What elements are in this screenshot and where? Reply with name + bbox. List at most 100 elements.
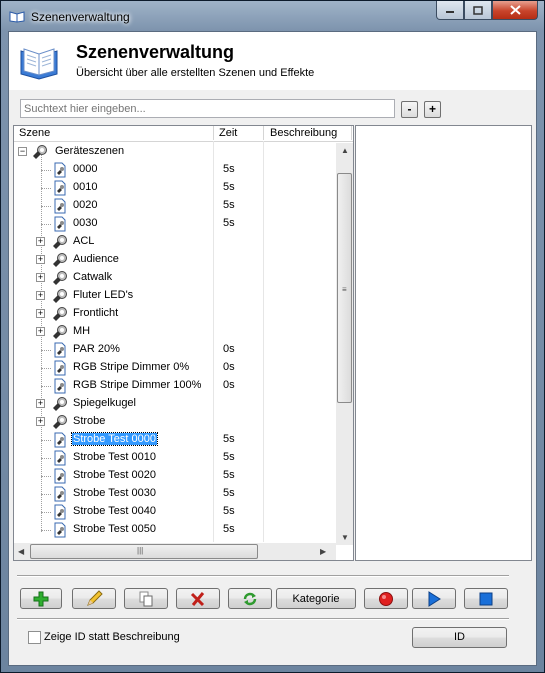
- expand-icon[interactable]: +: [36, 291, 45, 300]
- tree-row-time: 5s: [223, 217, 235, 229]
- show-id-checkbox[interactable]: [28, 631, 41, 644]
- expand-icon[interactable]: +: [36, 273, 45, 282]
- scene-group-icon: [52, 414, 68, 430]
- tree-folder-row[interactable]: + Catwalk: [14, 269, 337, 287]
- tree-folder-row[interactable]: + Fluter LED's: [14, 287, 337, 305]
- id-button[interactable]: ID: [412, 627, 507, 648]
- collapse-icon[interactable]: −: [18, 147, 27, 156]
- tree-folder-row[interactable]: + ACL: [14, 233, 337, 251]
- vertical-scroll-thumb[interactable]: ≡: [337, 173, 352, 403]
- scene-group-icon: [32, 144, 48, 160]
- book-icon: [20, 48, 58, 80]
- horizontal-scrollbar[interactable]: ◀ ||| ▶: [14, 543, 336, 560]
- tree-row-label: Strobe Test 0000: [71, 432, 158, 446]
- stop-button[interactable]: [464, 588, 508, 609]
- scroll-left-icon[interactable]: ◀: [18, 547, 24, 556]
- show-id-label: Zeige ID statt Beschreibung: [44, 631, 180, 643]
- title-bar[interactable]: Szenenverwaltung: [1, 1, 544, 31]
- plus-icon: [33, 591, 49, 606]
- scroll-down-icon[interactable]: ▼: [341, 533, 349, 542]
- tree-folder-row[interactable]: + Spiegelkugel: [14, 395, 337, 413]
- expand-icon[interactable]: +: [36, 327, 45, 336]
- maximize-button[interactable]: [464, 1, 492, 20]
- tree-folder-row[interactable]: + Audience: [14, 251, 337, 269]
- scene-file-icon: [52, 198, 68, 214]
- scene-tree[interactable]: Szene Zeit Beschreibung − Geräteszenen 000…: [13, 125, 354, 561]
- tree-scene-row[interactable]: PAR 20% 0s: [14, 341, 337, 359]
- search-input[interactable]: [20, 99, 395, 118]
- tree-connector: [41, 224, 51, 225]
- minimize-button[interactable]: [436, 1, 464, 20]
- tree-scene-row[interactable]: RGB Stripe Dimmer 100% 0s: [14, 377, 337, 395]
- tree-row-time: 5s: [223, 487, 235, 499]
- tree-scene-row[interactable]: 0030 5s: [14, 215, 337, 233]
- tree-row-label: Spiegelkugel: [73, 397, 136, 409]
- tree-row-label: Strobe: [73, 415, 106, 427]
- scene-file-icon: [52, 162, 68, 178]
- tree-connector: [41, 206, 51, 207]
- app-window: Szenenverwaltung Szenenverwaltung Übersi…: [0, 0, 545, 673]
- tree-row-label: Fluter LED's: [73, 289, 134, 301]
- scene-file-icon: [52, 432, 68, 448]
- column-description[interactable]: Beschreibung: [270, 127, 337, 139]
- refresh-button[interactable]: [228, 588, 272, 609]
- tree-row-time: 5s: [223, 451, 235, 463]
- scene-file-icon: [52, 450, 68, 466]
- expand-all-button[interactable]: +: [424, 101, 441, 118]
- vertical-scrollbar[interactable]: ▲ ≡ ▼: [336, 143, 353, 545]
- tree-row-time: 5s: [223, 505, 235, 517]
- expand-icon[interactable]: +: [36, 417, 45, 426]
- column-scene[interactable]: Szene: [19, 127, 50, 139]
- column-time[interactable]: Zeit: [219, 127, 237, 139]
- window-title: Szenenverwaltung: [31, 10, 130, 24]
- tree-row-time: 5s: [223, 433, 235, 445]
- scene-file-icon: [52, 378, 68, 394]
- tree-scene-row[interactable]: Strobe Test 0040 5s: [14, 503, 337, 521]
- tree-folder-row[interactable]: + MH: [14, 323, 337, 341]
- tree-row-time: 5s: [223, 523, 235, 535]
- tree-scene-row[interactable]: RGB Stripe Dimmer 0% 0s: [14, 359, 337, 377]
- stop-icon: [479, 592, 493, 605]
- tree-folder-row[interactable]: + Strobe: [14, 413, 337, 431]
- tree-scene-row[interactable]: 0020 5s: [14, 197, 337, 215]
- close-button[interactable]: [492, 1, 538, 20]
- delete-button[interactable]: [176, 588, 220, 609]
- tree-scene-row[interactable]: Strobe Test 0020 5s: [14, 467, 337, 485]
- x-icon: [190, 591, 205, 606]
- tree-row-label: PAR 20%: [73, 343, 120, 355]
- scroll-up-icon[interactable]: ▲: [341, 146, 349, 155]
- description-panel[interactable]: [355, 125, 532, 561]
- expand-icon[interactable]: +: [36, 237, 45, 246]
- record-button[interactable]: [364, 588, 408, 609]
- collapse-all-button[interactable]: -: [401, 101, 418, 118]
- tree-scene-row[interactable]: Strobe Test 0030 5s: [14, 485, 337, 503]
- scroll-right-icon[interactable]: ▶: [320, 547, 326, 556]
- tree-scene-row[interactable]: 0010 5s: [14, 179, 337, 197]
- category-button[interactable]: Kategorie: [276, 588, 356, 609]
- tree-folder-row[interactable]: + Frontlicht: [14, 305, 337, 323]
- expand-icon[interactable]: +: [36, 255, 45, 264]
- tree-row-label: ACL: [73, 235, 95, 247]
- tree-row-label: Audience: [73, 253, 119, 265]
- scene-file-icon: [52, 468, 68, 484]
- expand-icon[interactable]: +: [36, 399, 45, 408]
- tree-row-time: 0s: [223, 361, 235, 373]
- edit-button[interactable]: [72, 588, 116, 609]
- play-button[interactable]: [412, 588, 456, 609]
- tree-row-label: 0030: [73, 217, 98, 229]
- tree-scene-row[interactable]: 0000 5s: [14, 161, 337, 179]
- expand-icon[interactable]: +: [36, 309, 45, 318]
- tree-row-label: Geräteszenen: [55, 145, 125, 157]
- copy-icon: [139, 591, 153, 606]
- add-button[interactable]: [20, 588, 62, 609]
- copy-button[interactable]: [124, 588, 168, 609]
- tree-folder-row[interactable]: − Geräteszenen: [14, 143, 337, 161]
- scene-file-icon: [52, 486, 68, 502]
- tree-scene-row[interactable]: Strobe Test 0000 5s: [14, 431, 337, 449]
- tree-scene-row[interactable]: Strobe Test 0010 5s: [14, 449, 337, 467]
- tree-row-time: 5s: [223, 469, 235, 481]
- scene-group-icon: [52, 288, 68, 304]
- tree-row-label: Frontlicht: [73, 307, 119, 319]
- tree-scene-row[interactable]: Strobe Test 0050 5s: [14, 521, 337, 539]
- horizontal-scroll-thumb[interactable]: |||: [30, 544, 258, 559]
